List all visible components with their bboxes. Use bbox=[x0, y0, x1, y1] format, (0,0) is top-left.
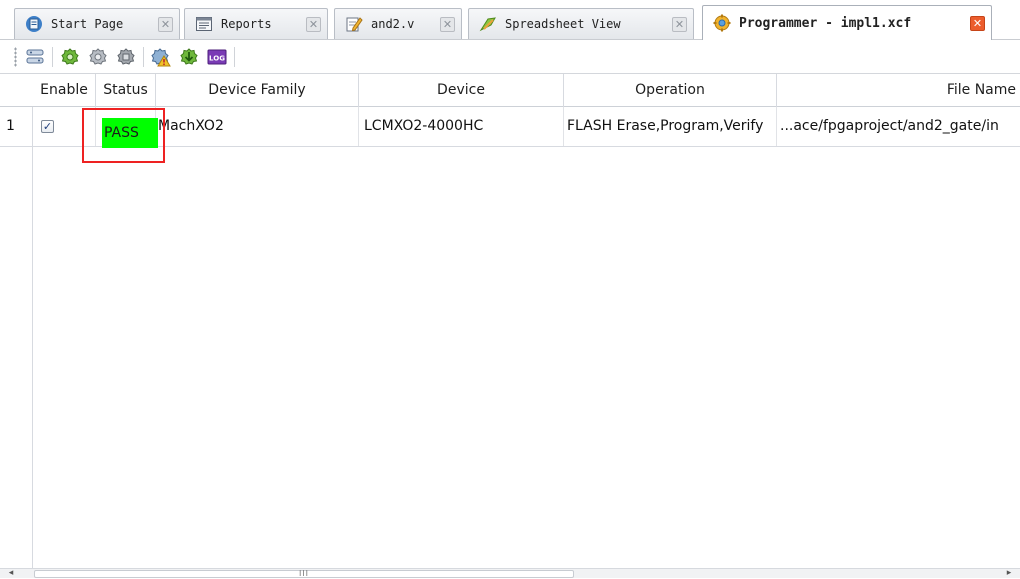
program-device-icon bbox=[61, 47, 79, 65]
program-device-button[interactable] bbox=[59, 46, 81, 68]
device-error-button[interactable] bbox=[150, 46, 172, 68]
device-family-cell[interactable]: MachXO2 bbox=[156, 107, 359, 146]
toolbar-separator bbox=[52, 46, 53, 67]
close-icon[interactable]: ✕ bbox=[158, 16, 173, 32]
device-cell[interactable]: LCMXO2-4000HC bbox=[359, 107, 564, 146]
tab-start-page-label: Start Page bbox=[51, 17, 124, 31]
column-header-enable[interactable]: Enable bbox=[33, 74, 96, 107]
toolbar-separator bbox=[234, 46, 235, 67]
start-page-icon bbox=[26, 16, 42, 32]
row-number: 1 bbox=[6, 118, 15, 134]
scan-device-icon bbox=[89, 47, 107, 65]
column-header-status[interactable]: Status bbox=[96, 74, 156, 107]
close-icon[interactable]: ✕ bbox=[970, 15, 985, 31]
highlight-box bbox=[82, 108, 165, 163]
tab-programmer[interactable]: Programmer - impl1.xcf ✕ bbox=[702, 5, 992, 40]
enable-checkbox[interactable]: ✓ bbox=[41, 120, 54, 133]
toolbar-grip[interactable] bbox=[14, 46, 17, 67]
tab-and2-v[interactable]: and2.v ✕ bbox=[334, 8, 462, 39]
programmer-toolbar: LOG bbox=[0, 40, 1020, 74]
detect-cable-button[interactable] bbox=[115, 46, 137, 68]
log-icon: LOG bbox=[207, 49, 227, 64]
toolbar-separator bbox=[143, 46, 144, 67]
cable-setup-icon bbox=[26, 49, 44, 63]
tab-reports-label: Reports bbox=[221, 17, 272, 31]
tab-reports[interactable]: Reports ✕ bbox=[184, 8, 328, 39]
column-header-file-name[interactable]: File Name bbox=[777, 74, 1020, 107]
file-name-cell[interactable]: ...ace/fpgaproject/and2_gate/in bbox=[777, 107, 1020, 146]
editor-tab-bar: Start Page ✕ Reports ✕ and2.v ✕ Spreadsh… bbox=[0, 0, 1020, 40]
detect-cable-icon bbox=[117, 47, 135, 65]
programmer-icon bbox=[713, 14, 731, 32]
operation-cell[interactable]: FLASH Erase,Program,Verify bbox=[564, 107, 777, 146]
grid-header: Enable Status Device Family Device Opera… bbox=[0, 74, 1020, 107]
reports-icon bbox=[196, 17, 212, 31]
verify-device-button[interactable] bbox=[87, 46, 109, 68]
cable-setup-button[interactable] bbox=[24, 46, 46, 68]
row-header-column bbox=[0, 74, 33, 568]
view-log-button[interactable]: LOG bbox=[206, 46, 228, 68]
tab-programmer-label: Programmer - impl1.xcf bbox=[739, 15, 912, 31]
verilog-file-icon bbox=[346, 17, 363, 32]
column-header-device[interactable]: Device bbox=[359, 74, 564, 107]
tab-spreadsheet-view-label: Spreadsheet View bbox=[505, 17, 621, 31]
download-button[interactable] bbox=[178, 46, 200, 68]
horizontal-scrollbar[interactable]: ◂ III ▸ bbox=[0, 568, 1020, 578]
spreadsheet-icon bbox=[479, 17, 496, 32]
column-header-operation[interactable]: Operation bbox=[564, 74, 777, 107]
download-icon bbox=[180, 47, 198, 65]
tab-start-page[interactable]: Start Page ✕ bbox=[14, 8, 180, 39]
close-icon[interactable]: ✕ bbox=[306, 16, 321, 32]
close-icon[interactable]: ✕ bbox=[440, 16, 455, 32]
tab-spreadsheet-view[interactable]: Spreadsheet View ✕ bbox=[468, 8, 694, 39]
column-header-device-family[interactable]: Device Family bbox=[156, 74, 359, 107]
log-icon-text: LOG bbox=[209, 54, 225, 62]
tab-and2-v-label: and2.v bbox=[371, 17, 415, 31]
scrollbar-thumb[interactable]: III bbox=[34, 570, 574, 578]
device-error-icon bbox=[151, 47, 171, 66]
close-icon[interactable]: ✕ bbox=[672, 16, 687, 32]
